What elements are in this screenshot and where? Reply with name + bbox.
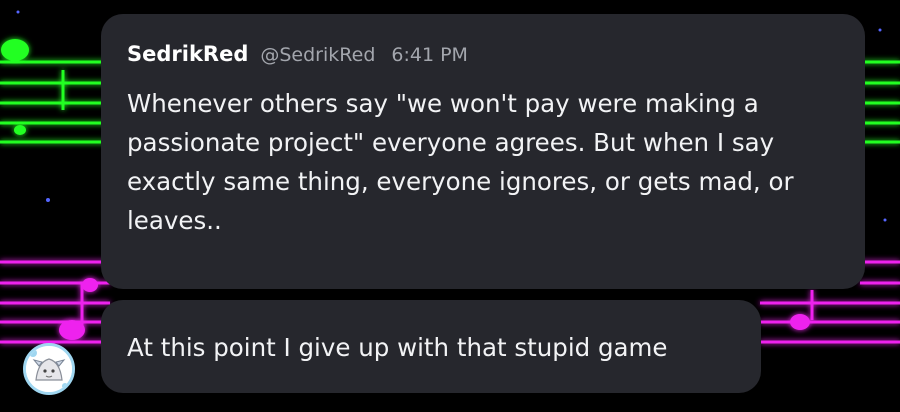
user-avatar-icon[interactable] — [23, 343, 75, 395]
green-music-notes — [1, 39, 29, 135]
message-text-followup: At this point I give up with that stupid… — [127, 333, 668, 362]
message-bubble-followup[interactable]: At this point I give up with that stupid… — [101, 300, 761, 393]
username[interactable]: SedrikRed — [127, 42, 248, 66]
message-bubble-main[interactable]: SedrikRed @SedrikRed 6:41 PM Whenever ot… — [101, 14, 865, 289]
message-text: Whenever others say "we won't pay were m… — [127, 89, 794, 235]
user-handle[interactable]: @SedrikRed — [260, 44, 375, 66]
message-header: SedrikRed @SedrikRed 6:41 PM — [127, 42, 839, 66]
chat-screen: SedrikRed @SedrikRed 6:41 PM Whenever ot… — [0, 0, 900, 412]
message-timestamp: 6:41 PM — [391, 44, 468, 66]
avatar-image — [26, 346, 72, 392]
